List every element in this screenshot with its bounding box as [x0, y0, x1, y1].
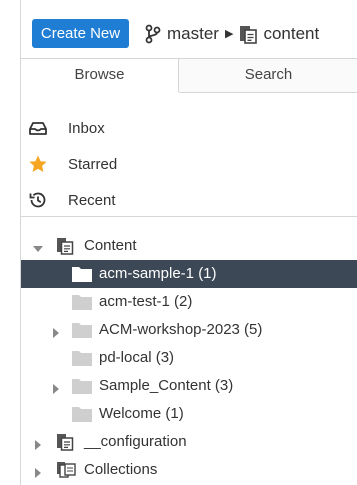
tree-node-label: Welcome (1)	[99, 405, 184, 422]
breadcrumb-separator-icon: ▶	[224, 28, 234, 40]
branch-name[interactable]: master	[167, 24, 219, 44]
toolbar: Create New master ▶ content	[21, 0, 357, 59]
repository-icon	[56, 433, 74, 456]
branch-icon	[145, 24, 161, 44]
tree-node-welcome[interactable]: Welcome (1)	[21, 400, 357, 428]
inbox-icon	[28, 118, 48, 138]
inbox-link[interactable]: Inbox	[21, 110, 357, 146]
tree-node-collections[interactable]: Collections	[21, 456, 357, 484]
tree-node-label: acm-sample-1 (1)	[99, 265, 217, 282]
repository-name[interactable]: content	[263, 24, 319, 44]
tree-node-label: acm-test-1 (2)	[99, 293, 193, 310]
folder-icon	[71, 265, 93, 288]
inbox-label: Inbox	[68, 119, 105, 137]
tab-bar: Browse Search	[21, 59, 357, 93]
repository-icon	[239, 24, 258, 44]
chevron-down-icon[interactable]	[33, 241, 43, 252]
breadcrumb: master ▶ content	[145, 19, 319, 48]
tree-node-acm-workshop-2023[interactable]: ACM-workshop-2023 (5)	[21, 316, 357, 344]
tree-node-label: Collections	[84, 461, 158, 478]
recent-icon	[28, 190, 48, 210]
tree-node-sample-content[interactable]: Sample_Content (3)	[21, 372, 357, 400]
tree-node-label: ACM-workshop-2023 (5)	[99, 321, 263, 338]
recent-label: Recent	[68, 191, 116, 209]
tree-node-acm-test-1[interactable]: acm-test-1 (2)	[21, 288, 357, 316]
tab-browse[interactable]: Browse	[21, 59, 179, 92]
tree-node-configuration[interactable]: __configuration	[21, 428, 357, 456]
collections-icon	[56, 461, 76, 484]
chevron-right-icon[interactable]	[33, 437, 43, 450]
tab-search[interactable]: Search	[179, 59, 357, 93]
recent-link[interactable]: Recent	[21, 182, 357, 218]
tree-node-label: Sample_Content (3)	[99, 377, 234, 394]
tree-node-label: Content	[84, 237, 137, 254]
tree-node-pd-local[interactable]: pd-local (3)	[21, 344, 357, 372]
repository-panel: Create New master ▶ content Browse Searc…	[20, 0, 357, 485]
divider	[21, 216, 357, 217]
tree-node-acm-sample-1[interactable]: acm-sample-1 (1)	[21, 260, 357, 288]
folder-icon	[71, 293, 93, 316]
tree-node-content[interactable]: Content	[21, 232, 357, 260]
folder-icon	[71, 321, 93, 344]
chevron-right-icon[interactable]	[33, 465, 43, 478]
folder-icon	[71, 377, 93, 400]
starred-link[interactable]: Starred	[21, 146, 357, 182]
tree-node-label: pd-local (3)	[99, 349, 175, 366]
create-new-button[interactable]: Create New	[32, 19, 129, 48]
folder-icon	[71, 349, 93, 372]
chevron-right-icon[interactable]	[51, 381, 61, 394]
star-icon	[28, 154, 48, 174]
folder-icon	[71, 405, 93, 428]
tree-node-label: __configuration	[84, 433, 187, 450]
chevron-right-icon[interactable]	[51, 325, 61, 338]
repository-icon	[56, 237, 74, 260]
starred-label: Starred	[68, 155, 118, 173]
